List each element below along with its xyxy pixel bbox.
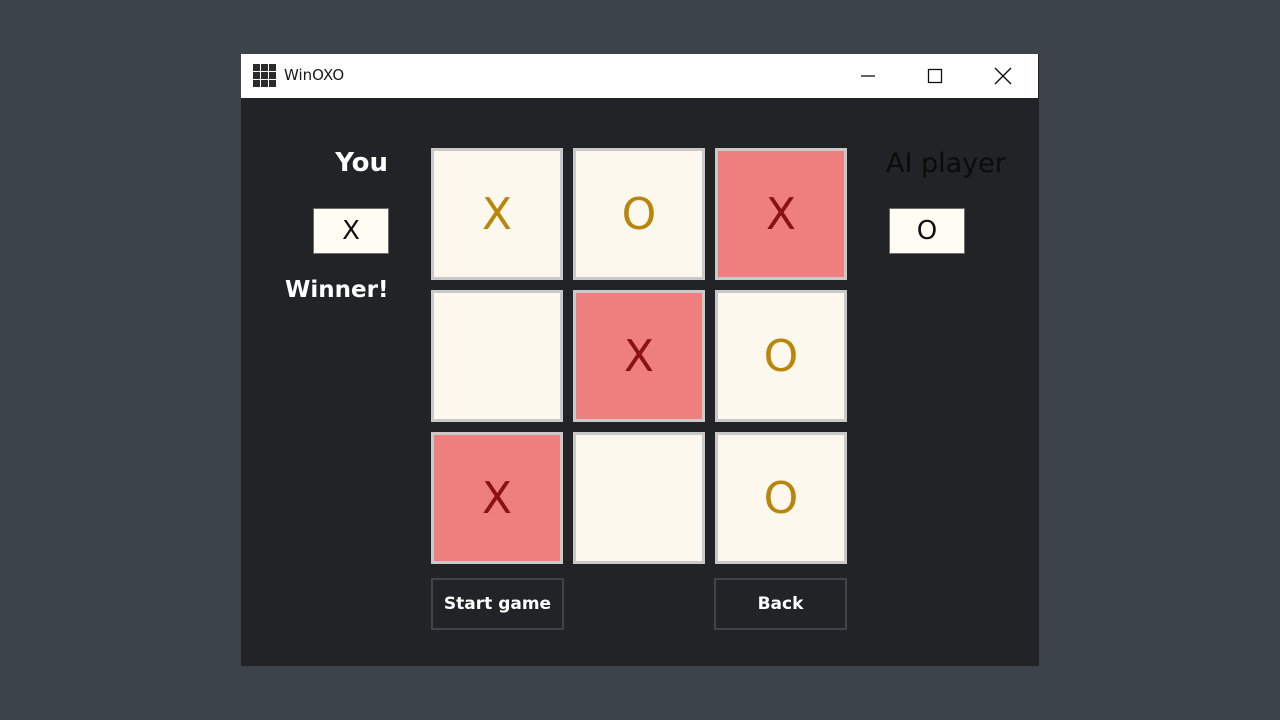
board-cell-3[interactable] — [431, 290, 563, 422]
minimize-icon — [861, 75, 875, 77]
board-cell-5[interactable]: O — [715, 290, 847, 422]
close-icon — [994, 67, 1012, 85]
winner-status: Winner! — [285, 277, 389, 303]
back-button[interactable]: Back — [714, 578, 847, 630]
board-cell-0[interactable]: X — [431, 148, 563, 280]
board-cell-2[interactable]: X — [715, 148, 847, 280]
maximize-button[interactable] — [901, 54, 969, 98]
grid-app-icon — [253, 64, 276, 87]
player-symbol-box: X — [313, 208, 389, 254]
title-bar[interactable]: WinOXO — [241, 54, 1038, 98]
app-window: WinOXO You X Winner! AI player O X O X X… — [241, 54, 1039, 666]
board-cell-7[interactable] — [573, 432, 705, 564]
minimize-button[interactable] — [834, 54, 902, 98]
ai-symbol-box: O — [889, 208, 965, 254]
ai-player-label: AI player — [886, 148, 1006, 179]
player-label: You — [335, 148, 388, 178]
game-board: X O X X O X O — [431, 148, 849, 566]
start-game-button[interactable]: Start game — [431, 578, 564, 630]
board-cell-8[interactable]: O — [715, 432, 847, 564]
close-button[interactable] — [969, 54, 1037, 98]
window-title: WinOXO — [284, 66, 345, 84]
board-cell-4[interactable]: X — [573, 290, 705, 422]
maximize-icon — [927, 68, 943, 84]
board-cell-1[interactable]: O — [573, 148, 705, 280]
board-cell-6[interactable]: X — [431, 432, 563, 564]
